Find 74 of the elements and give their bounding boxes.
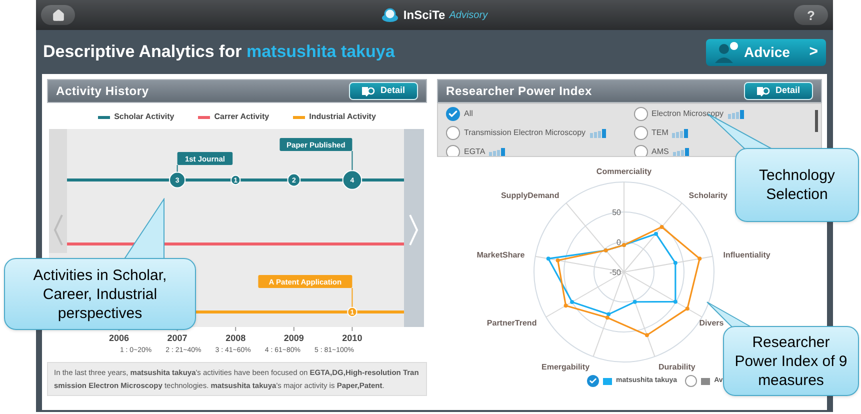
radio-button[interactable] xyxy=(634,107,648,121)
year-label: 2008 xyxy=(226,333,246,343)
search-icon xyxy=(362,86,376,96)
technology-option[interactable]: EGTA xyxy=(446,144,634,156)
advice-button[interactable]: Advice > xyxy=(706,38,826,66)
year-label: 2010 xyxy=(342,333,362,343)
data-point xyxy=(698,256,702,261)
scrollbar[interactable] xyxy=(815,110,818,132)
data-point xyxy=(546,256,550,261)
legend-label: Industrial Activity xyxy=(309,111,376,123)
legend-swatch xyxy=(603,378,612,384)
legend-label: Carrer Activity xyxy=(214,111,270,123)
bar-chart-icon xyxy=(672,128,690,138)
home-icon xyxy=(52,8,64,22)
tick-label: 0 xyxy=(616,238,621,247)
legend-checkbox[interactable] xyxy=(587,375,599,387)
brand-name: InSciTe xyxy=(403,7,446,24)
advisor-icon xyxy=(714,41,740,63)
page-title: Descriptive Analytics for matsushita takuya xyxy=(43,41,395,64)
chevron-right-icon[interactable] xyxy=(409,214,418,246)
scroll-right-handle[interactable] xyxy=(404,129,424,327)
data-point xyxy=(654,232,658,236)
axis-label: Commerciality xyxy=(596,167,652,176)
tick-label: -50 xyxy=(609,268,621,277)
bar-chart-icon xyxy=(672,148,691,156)
check-icon xyxy=(448,109,458,119)
technology-option[interactable]: All xyxy=(446,106,634,122)
home-button[interactable] xyxy=(41,5,75,25)
bar-chart-icon xyxy=(489,148,508,156)
legend-swatch xyxy=(701,378,710,384)
year-label: 2006 xyxy=(108,333,130,343)
check-icon xyxy=(589,377,597,385)
data-point xyxy=(644,333,649,338)
brand-subtitle: Advisory xyxy=(449,8,488,22)
callout: Researcher Power Index of 9 measures xyxy=(723,326,859,396)
data-point xyxy=(556,258,560,262)
bar-chart-icon xyxy=(728,110,746,118)
data-point xyxy=(570,300,574,304)
logo-icon xyxy=(381,7,400,23)
data-point xyxy=(673,300,678,304)
data-point xyxy=(564,304,568,308)
axis-label: Durability xyxy=(658,362,696,372)
help-button[interactable]: ? xyxy=(794,5,828,25)
year-label: 2009 xyxy=(284,333,304,343)
panel-title: Researcher Power Index xyxy=(446,83,592,100)
detail-button[interactable]: Detail xyxy=(349,82,418,100)
bar-chart-icon xyxy=(590,128,608,138)
tick-label: 50 xyxy=(612,208,621,217)
legend-checkbox[interactable] xyxy=(685,375,698,387)
radio-button[interactable] xyxy=(446,145,460,156)
search-icon xyxy=(757,86,772,96)
radio-button[interactable] xyxy=(634,145,648,156)
data-point xyxy=(660,224,664,229)
year-label: 2007 xyxy=(167,333,188,343)
axis-label: Influentiality xyxy=(723,250,770,260)
data-point xyxy=(685,306,690,311)
axis-label: PartnerTrend xyxy=(486,318,537,328)
axis-label: Scholarity xyxy=(688,190,728,200)
callout: Activities in Scholar, Career, Industrial perspectives xyxy=(4,258,196,330)
radio-button[interactable] xyxy=(634,126,648,140)
axis-label: SupplyDemand xyxy=(500,190,560,200)
axis-label: Emergability xyxy=(542,362,590,372)
detail-button[interactable]: Detail xyxy=(744,82,813,100)
axis-label: MarketShare xyxy=(476,250,525,260)
callout: Technology Selection xyxy=(735,148,859,222)
data-point xyxy=(673,260,678,265)
data-point xyxy=(632,300,637,304)
radio-button[interactable] xyxy=(446,107,460,121)
axis-label: Divers xyxy=(699,318,724,328)
scroll-left-handle[interactable] xyxy=(49,129,67,253)
panel-title: Activity History xyxy=(56,83,149,100)
radio-button[interactable] xyxy=(446,126,460,140)
technology-option[interactable]: Transmission Electron Microscopy xyxy=(446,125,634,141)
legend-label: Scholar Activity xyxy=(114,111,174,123)
